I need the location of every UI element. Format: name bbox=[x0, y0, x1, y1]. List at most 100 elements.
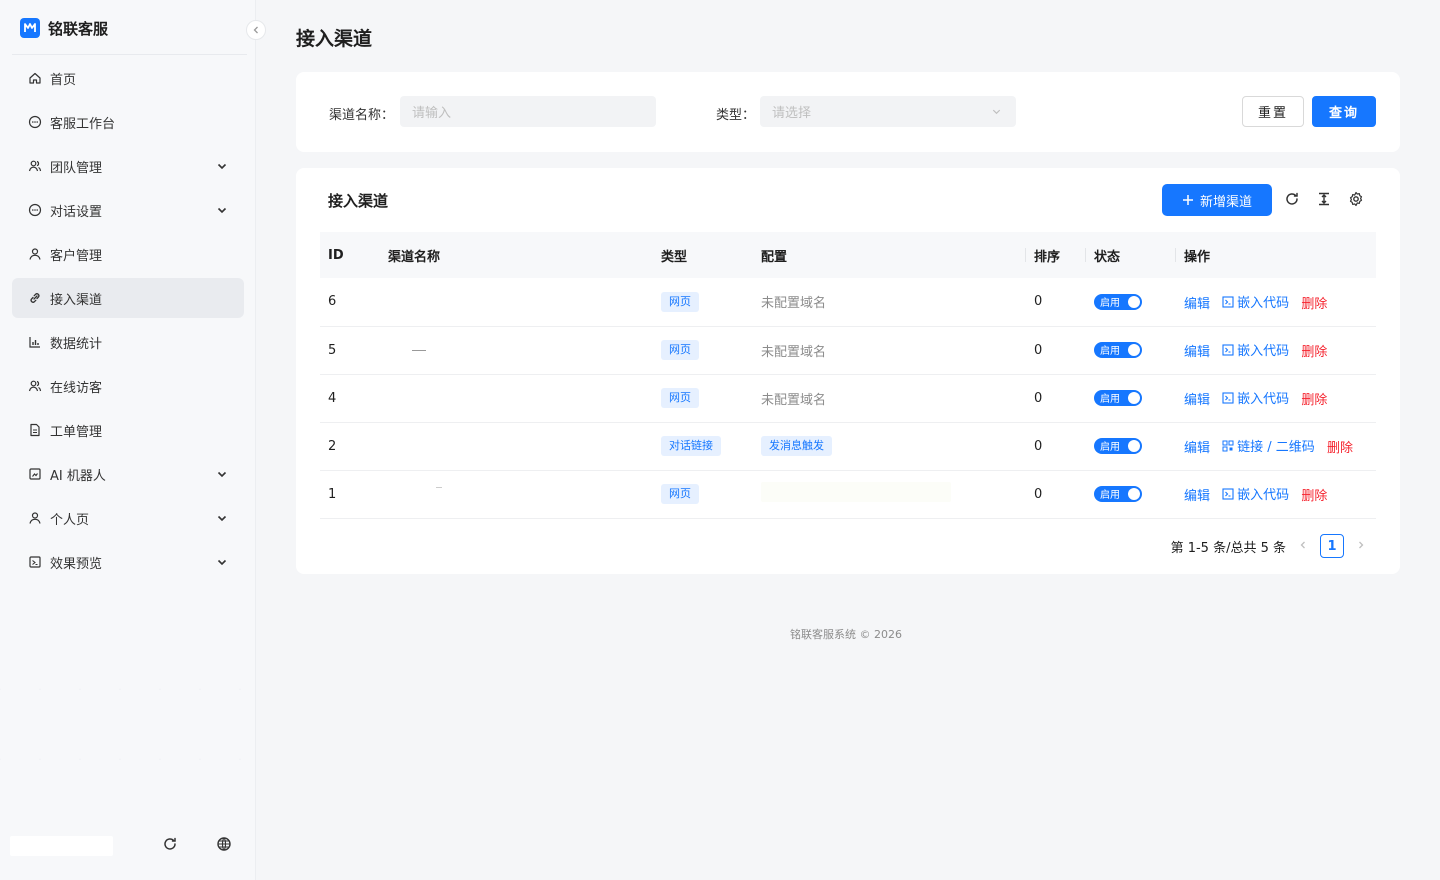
add-channel-button[interactable]: 新增渠道 bbox=[1162, 184, 1272, 216]
cell-config: 未配置域名 bbox=[761, 344, 827, 360]
sidebar-item-preview[interactable]: 效果预览 bbox=[12, 542, 244, 582]
page-title: 接入渠道 bbox=[296, 28, 373, 50]
sidebar-item-channels[interactable]: 接入渠道 bbox=[12, 278, 244, 318]
code-icon bbox=[1222, 392, 1234, 404]
status-toggle[interactable]: 启用 bbox=[1094, 389, 1142, 406]
embed-code-link[interactable]: 嵌入代码 bbox=[1222, 484, 1289, 503]
column-header-config[interactable]: 配置 bbox=[753, 232, 1026, 278]
type-tag: 对话链接 bbox=[661, 436, 721, 456]
globe-icon[interactable] bbox=[214, 834, 234, 854]
edit-link[interactable]: 编辑 bbox=[1184, 389, 1210, 408]
cell-sort: 0 bbox=[1034, 342, 1043, 358]
user-info-redacted[interactable] bbox=[10, 836, 113, 856]
brand-logo-icon bbox=[20, 18, 40, 38]
column-header-actions[interactable]: 操作 bbox=[1176, 232, 1376, 278]
type-select[interactable]: 请选择 bbox=[760, 96, 1016, 127]
edit-link[interactable]: 编辑 bbox=[1184, 485, 1210, 504]
sidebar-item-profile[interactable]: 个人页 bbox=[12, 498, 244, 538]
settings-gear-icon[interactable] bbox=[1347, 190, 1365, 208]
qrcode-icon bbox=[1222, 440, 1234, 452]
sidebar-item-label: 首页 bbox=[50, 72, 77, 88]
cell-id: 2 bbox=[328, 438, 337, 454]
sidebar-item-ai-robot[interactable]: AI 机器人 bbox=[12, 454, 244, 494]
delete-link[interactable]: 删除 bbox=[1301, 389, 1327, 408]
robot-icon bbox=[28, 467, 42, 481]
team-icon bbox=[28, 159, 42, 173]
chat-bubble-icon bbox=[28, 115, 42, 129]
cell-actions: 编辑 嵌入代码 删除 bbox=[1176, 470, 1376, 518]
type-tag: 网页 bbox=[661, 291, 699, 312]
next-page-icon[interactable] bbox=[1356, 539, 1366, 554]
query-button[interactable]: 查询 bbox=[1312, 96, 1376, 127]
pagination-summary: 第 1-5 条/总共 5 条 bbox=[1170, 540, 1286, 556]
embed-code-link[interactable]: 嵌入代码 bbox=[1222, 292, 1289, 311]
column-header-sort[interactable]: 排序 bbox=[1026, 232, 1086, 278]
sidebar-item-home[interactable]: 首页 bbox=[12, 58, 244, 98]
sidebar-item-label: 数据统计 bbox=[50, 336, 103, 352]
sidebar-footer bbox=[0, 820, 256, 880]
cell-config: 未配置域名 bbox=[761, 296, 827, 312]
chevron-left-icon bbox=[253, 26, 258, 34]
table-row: 4 网页 未配置域名 0 启用 编辑 嵌入代码 删除 bbox=[320, 374, 1376, 422]
page-number[interactable]: 1 bbox=[1320, 534, 1344, 558]
sidebar-item-dialog-settings[interactable]: 对话设置 bbox=[12, 190, 244, 230]
sidebar-item-label: 工单管理 bbox=[50, 424, 103, 440]
reset-button[interactable]: 重置 bbox=[1242, 96, 1304, 127]
density-icon[interactable] bbox=[1315, 190, 1333, 208]
delete-link[interactable]: 删除 bbox=[1301, 341, 1327, 360]
code-icon bbox=[1222, 488, 1234, 500]
cell-id: 6 bbox=[328, 294, 337, 310]
sidebar-item-tickets[interactable]: 工单管理 bbox=[12, 410, 244, 450]
sidebar-item-statistics[interactable]: 数据统计 bbox=[12, 322, 244, 362]
type-tag: 网页 bbox=[661, 484, 699, 504]
brand[interactable]: 铭联客服 bbox=[20, 14, 108, 42]
cell-sort: 0 bbox=[1034, 438, 1043, 454]
status-toggle[interactable]: 启用 bbox=[1094, 437, 1142, 454]
sidebar-item-customers[interactable]: 客户管理 bbox=[12, 234, 244, 274]
column-header-id[interactable]: ID bbox=[320, 232, 380, 278]
embed-code-link[interactable]: 嵌入代码 bbox=[1222, 340, 1289, 359]
sidebar-item-label: 客户管理 bbox=[50, 248, 103, 264]
cell-status: 启用 bbox=[1086, 470, 1176, 518]
cell-id: 1 bbox=[328, 486, 337, 502]
delete-link[interactable]: 删除 bbox=[1301, 485, 1327, 504]
sidebar-item-label: 客服工作台 bbox=[50, 116, 116, 132]
refresh-icon[interactable] bbox=[160, 834, 180, 854]
sidebar-item-label: 个人页 bbox=[50, 512, 90, 528]
edit-link[interactable]: 编辑 bbox=[1184, 437, 1210, 456]
sidebar-item-label: 效果预览 bbox=[50, 556, 103, 572]
table-row: 5 网页 未配置域名 0 启用 编辑 嵌入代码 删除 bbox=[320, 326, 1376, 374]
status-toggle[interactable]: 启用 bbox=[1094, 341, 1142, 358]
sidebar-item-team[interactable]: 团队管理 bbox=[12, 146, 244, 186]
chevron-down-icon bbox=[216, 468, 228, 480]
add-channel-label: 新增渠道 bbox=[1199, 194, 1252, 210]
sidebar-item-label: 对话设置 bbox=[50, 204, 103, 220]
column-header-name[interactable]: 渠道名称 bbox=[380, 232, 653, 278]
sidebar-menu: 首页 客服工作台 团队管理 对话设置 客户管理 接入渠道 数据统计 在线访客 工… bbox=[12, 58, 244, 586]
status-toggle[interactable]: 启用 bbox=[1094, 485, 1142, 502]
sidebar-item-workbench[interactable]: 客服工作台 bbox=[12, 102, 244, 142]
collapse-sidebar-button[interactable] bbox=[246, 20, 266, 40]
cell-actions: 编辑 嵌入代码 删除 bbox=[1176, 326, 1376, 374]
status-toggle[interactable]: 启用 bbox=[1094, 293, 1142, 310]
footer-copyright: 铭联客服系统 © 2026 bbox=[790, 628, 902, 641]
prev-page-icon[interactable] bbox=[1298, 539, 1308, 554]
edit-link[interactable]: 编辑 bbox=[1184, 293, 1210, 312]
type-label: 类型： bbox=[716, 108, 756, 123]
reload-icon[interactable] bbox=[1283, 190, 1301, 208]
chevron-down-icon bbox=[991, 106, 1002, 117]
sidebar-item-visitors[interactable]: 在线访客 bbox=[12, 366, 244, 406]
embed-code-link[interactable]: 嵌入代码 bbox=[1222, 388, 1289, 407]
edit-link[interactable]: 编辑 bbox=[1184, 341, 1210, 360]
column-header-type[interactable]: 类型 bbox=[653, 232, 753, 278]
column-header-status[interactable]: 状态 bbox=[1086, 232, 1176, 278]
delete-link[interactable]: 删除 bbox=[1301, 293, 1327, 312]
type-placeholder: 请选择 bbox=[772, 106, 812, 121]
sidebar-item-label: 团队管理 bbox=[50, 160, 103, 176]
config-redacted bbox=[761, 482, 951, 502]
delete-link[interactable]: 删除 bbox=[1327, 437, 1353, 456]
sidebar-item-label: 接入渠道 bbox=[50, 292, 103, 308]
qrcode-link[interactable]: 链接 / 二维码 bbox=[1222, 436, 1315, 455]
chevron-down-icon bbox=[216, 556, 228, 568]
channel-name-input[interactable]: 请输入 bbox=[400, 96, 656, 127]
